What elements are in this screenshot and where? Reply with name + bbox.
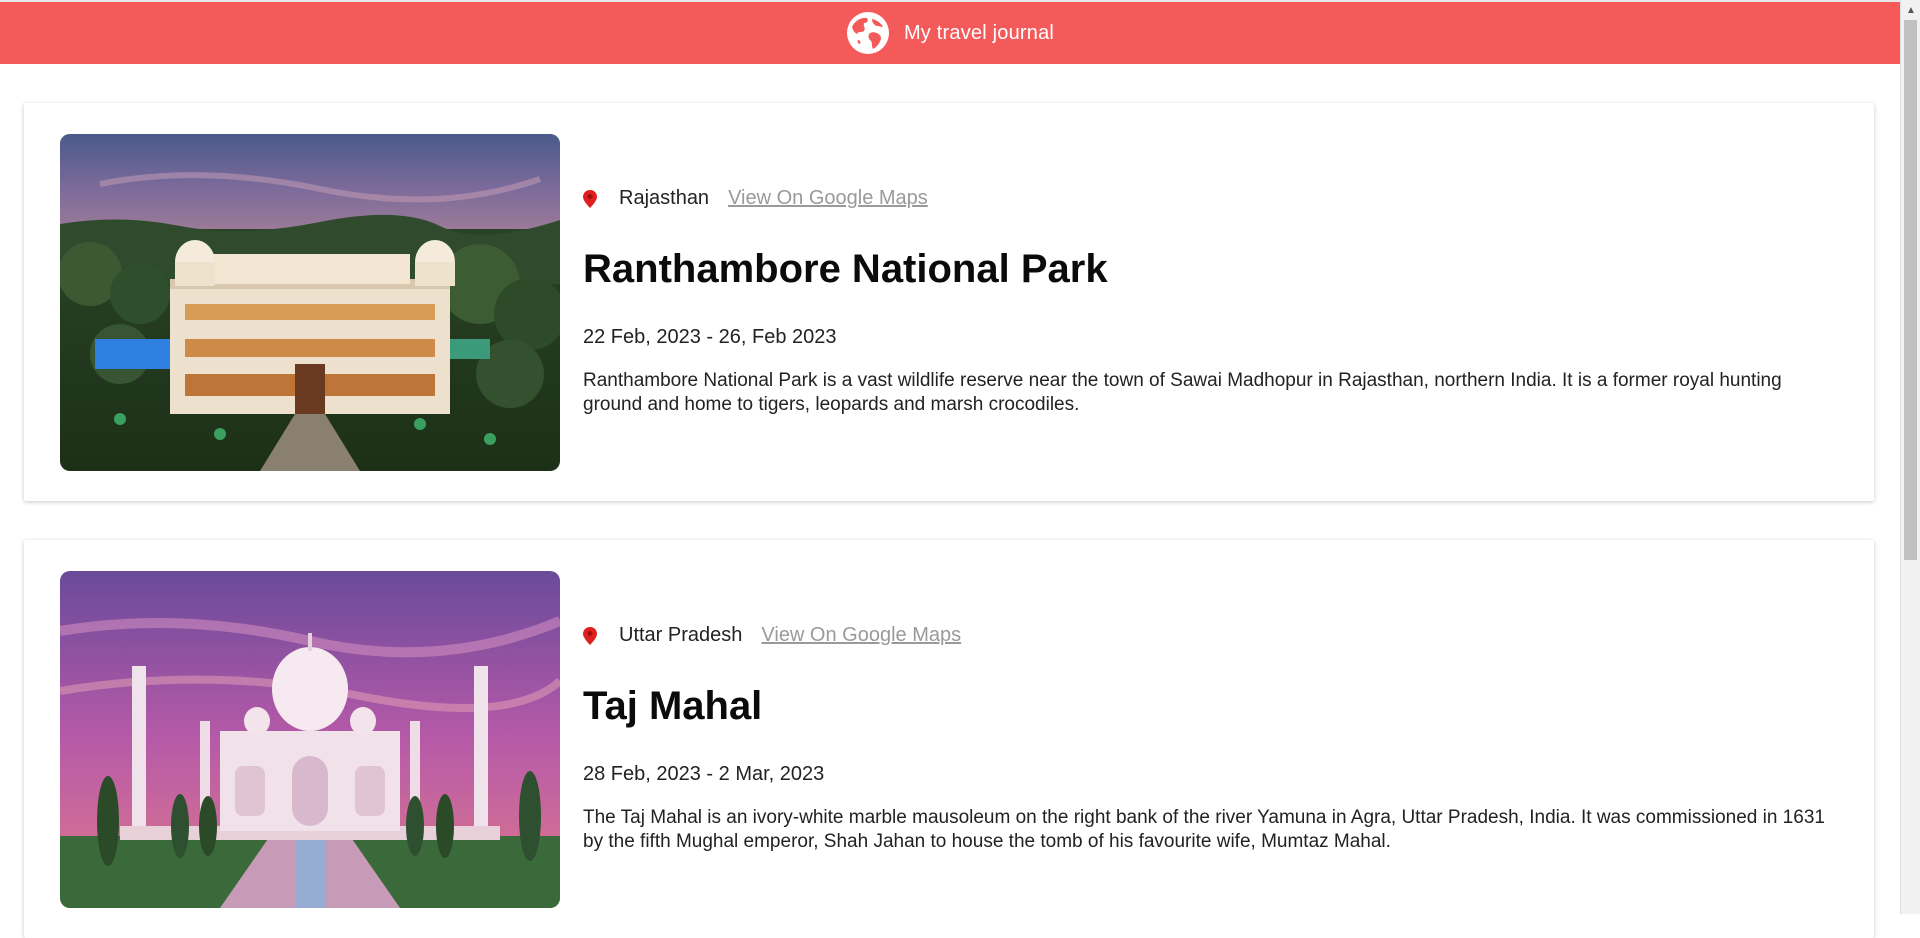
entry-title: Ranthambore National Park — [583, 247, 1108, 291]
globe-icon — [846, 12, 889, 54]
view-on-google-maps-link[interactable]: View On Google Maps — [761, 624, 961, 647]
location-row: Rajasthan View On Google Maps — [583, 187, 928, 210]
vertical-scrollbar[interactable]: ▲ — [1900, 0, 1920, 914]
journal-entry: Uttar Pradesh View On Google Maps Taj Ma… — [24, 540, 1874, 938]
location-name: Rajasthan — [619, 187, 710, 209]
entry-dates: 22 Feb, 2023 - 26, Feb 2023 — [583, 326, 837, 348]
navbar: My travel journal — [0, 0, 1900, 64]
location-row: Uttar Pradesh View On Google Maps — [583, 624, 961, 647]
location-pin-icon — [583, 626, 597, 645]
journal-entry: Rajasthan View On Google Maps Ranthambor… — [24, 103, 1874, 501]
view-on-google-maps-link[interactable]: View On Google Maps — [728, 187, 928, 210]
entry-description: The Taj Mahal is an ivory-white marble m… — [583, 807, 1825, 852]
entry-description: Ranthambore National Park is a vast wild… — [583, 370, 1782, 415]
entry-photo — [60, 134, 560, 471]
app-title: My travel journal — [903, 21, 1055, 44]
scrollbar-thumb[interactable] — [1904, 20, 1917, 560]
location-pin-icon — [583, 189, 597, 208]
brand: My travel journal — [846, 11, 1054, 55]
location-name: Uttar Pradesh — [619, 624, 743, 646]
entry-dates: 28 Feb, 2023 - 2 Mar, 2023 — [583, 763, 825, 785]
entry-title: Taj Mahal — [583, 684, 763, 728]
scroll-up-arrow-icon[interactable]: ▲ — [1901, 0, 1920, 20]
entry-photo — [60, 571, 560, 908]
